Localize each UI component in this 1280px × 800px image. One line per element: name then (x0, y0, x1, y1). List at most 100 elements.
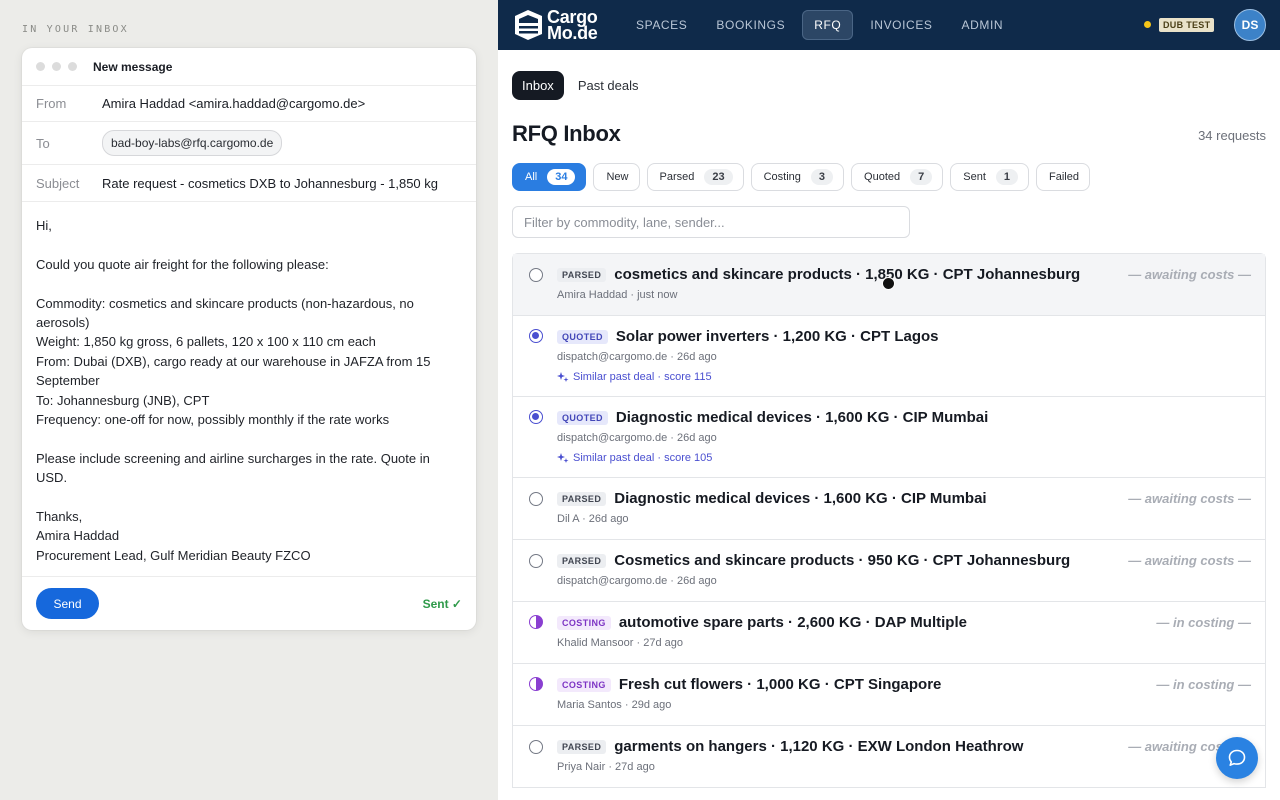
nav-bookings[interactable]: BOOKINGS (704, 10, 797, 40)
subject-field: Subject Rate request - cosmetics DXB to … (22, 165, 476, 202)
body-paragraph: Thanks, Amira Haddad Procurement Lead, G… (36, 509, 311, 563)
compose-header: New message (22, 48, 476, 86)
body-paragraph: Hi, (36, 218, 52, 233)
nav-spaces[interactable]: SPACES (624, 10, 699, 40)
costing-status-icon (529, 677, 543, 691)
filter-label: All (525, 171, 538, 183)
row-meta: dispatch@cargomo.de · 26d ago (557, 432, 717, 444)
quoted-status-icon (529, 410, 543, 424)
rfq-row[interactable]: PARSED Cosmetics and skincare products ·… (513, 540, 1265, 602)
row-header: QUOTED Solar power inverters · 1,200 KG … (557, 328, 1251, 345)
row-state-label: — awaiting costs — (1128, 267, 1251, 282)
nav-admin[interactable]: ADMIN (950, 10, 1016, 40)
rfq-row[interactable]: COSTING Fresh cut flowers · 1,000 KG · C… (513, 664, 1265, 726)
send-button[interactable]: Send (36, 588, 99, 619)
row-state-label: — in costing — (1156, 615, 1251, 630)
costing-status-icon (529, 615, 543, 629)
row-header: QUOTED Diagnostic medical devices · 1,60… (557, 409, 1251, 426)
filter-count: 23 (704, 169, 733, 185)
recipient-chip[interactable]: bad-boy-labs@rfq.cargomo.de (102, 130, 283, 156)
tab-past-deals[interactable]: Past deals (568, 71, 649, 100)
status-filters: All 34 New Parsed 23 Costing 3 Quoted 7 Sent… (512, 163, 1090, 191)
sparkle-icon (557, 453, 569, 463)
parsed-status-icon (529, 492, 543, 506)
window-minimize-dot[interactable] (52, 62, 61, 71)
status-badge: COSTING (557, 615, 611, 630)
compose-footer: Send Sent ✓ (22, 576, 476, 630)
row-state-label: — awaiting costs — (1128, 553, 1251, 568)
rfq-subtabs: Inbox Past deals (512, 71, 649, 100)
body-paragraph: Commodity: cosmetics and skincare produc… (36, 295, 431, 428)
filter-count: 3 (810, 169, 834, 185)
similar-deal-link[interactable]: Similar past deal · score 105 (557, 452, 1251, 464)
filter-parsed[interactable]: Parsed 23 (646, 163, 744, 191)
status-badge: PARSED (557, 267, 607, 282)
status-badge: PARSED (557, 739, 607, 754)
row-title: garments on hangers · 1,120 KG · EXW Lon… (614, 738, 1024, 755)
filter-label: Quoted (864, 171, 901, 183)
rfq-row[interactable]: QUOTED Diagnostic medical devices · 1,60… (513, 397, 1265, 478)
filter-count: 34 (547, 169, 576, 185)
cargomo-logo[interactable]: Cargo Mo.de (512, 7, 598, 42)
parsed-status-icon (529, 740, 543, 754)
rfq-row[interactable]: PARSED Diagnostic medical devices · 1,60… (513, 478, 1265, 540)
row-header: COSTING Fresh cut flowers · 1,000 KG · C… (557, 676, 1251, 693)
subject-value[interactable]: Rate request - cosmetics DXB to Johannes… (102, 176, 438, 191)
compose-title: New message (93, 59, 173, 74)
to-field: To bad-boy-labs@rfq.cargomo.de (22, 122, 476, 165)
nav-invoices[interactable]: INVOICES (858, 10, 944, 40)
sent-status: Sent ✓ (422, 596, 462, 611)
filter-quoted[interactable]: Quoted 7 (851, 163, 944, 191)
row-title: automotive spare parts · 2,600 KG · DAP … (618, 614, 967, 631)
request-count: 34 requests (1198, 128, 1266, 143)
environment-badge: DUB TEST (1159, 18, 1215, 32)
rfq-list: PARSED cosmetics and skincare products ·… (512, 253, 1266, 788)
filter-count: 1 (995, 169, 1019, 185)
row-title: cosmetics and skincare products · 1,850 … (614, 266, 1081, 283)
filter-failed[interactable]: Failed (1036, 163, 1090, 191)
message-body[interactable]: Hi, Could you quote air freight for the … (22, 202, 476, 576)
search-input[interactable] (512, 206, 910, 238)
page-title: RFQ Inbox (512, 121, 621, 146)
similar-deal-link[interactable]: Similar past deal · score 115 (557, 371, 1251, 383)
nav-rfq[interactable]: RFQ (802, 10, 854, 40)
filter-label: Failed (1049, 171, 1079, 183)
filter-sent[interactable]: Sent 1 (950, 163, 1030, 191)
filter-label: New (606, 171, 629, 183)
chat-button[interactable] (1216, 737, 1258, 779)
chat-bubble-icon (1228, 749, 1246, 766)
filter-all[interactable]: All 34 (512, 163, 587, 191)
filter-costing[interactable]: Costing 3 (750, 163, 845, 191)
rfq-row[interactable]: PARSED garments on hangers · 1,120 KG · … (513, 726, 1265, 788)
status-badge: QUOTED (557, 329, 608, 344)
filter-label: Parsed (659, 171, 695, 183)
rfq-row[interactable]: QUOTED Solar power inverters · 1,200 KG … (513, 316, 1265, 397)
quoted-status-icon (529, 329, 543, 343)
filter-label: Costing (763, 171, 801, 183)
to-label: To (36, 135, 50, 151)
row-title: Fresh cut flowers · 1,000 KG · CPT Singa… (618, 676, 942, 693)
from-value[interactable]: Amira Haddad <amira.haddad@cargomo.de> (102, 96, 365, 111)
subject-label: Subject (36, 175, 80, 191)
body-paragraph: Could you quote air freight for the foll… (36, 256, 329, 272)
parsed-status-icon (529, 554, 543, 568)
row-header: COSTING automotive spare parts · 2,600 K… (557, 614, 1251, 631)
email-pane: IN YOUR INBOX New message From Amira Had… (0, 0, 498, 800)
row-meta: dispatch@cargomo.de · 26d ago (557, 351, 717, 363)
mouse-cursor (882, 277, 895, 290)
status-badge: QUOTED (557, 410, 608, 425)
tab-inbox[interactable]: Inbox (512, 71, 564, 100)
user-avatar[interactable]: DS (1234, 9, 1266, 41)
row-state-label: — in costing — (1156, 677, 1251, 692)
window-close-dot[interactable] (36, 62, 45, 71)
row-meta: Dil A · 26d ago (557, 513, 629, 525)
filter-new[interactable]: New (593, 163, 640, 191)
row-title: Solar power inverters · 1,200 KG · CPT L… (615, 328, 939, 345)
row-title: Cosmetics and skincare products · 950 KG… (614, 552, 1071, 569)
row-meta: Amira Haddad · just now (557, 289, 678, 301)
window-maximize-dot[interactable] (68, 62, 77, 71)
from-label: From (36, 96, 67, 111)
row-state-label: — awaiting costs — (1128, 491, 1251, 506)
rfq-row[interactable]: COSTING automotive spare parts · 2,600 K… (513, 602, 1265, 664)
row-meta: Khalid Mansoor · 27d ago (557, 637, 683, 649)
